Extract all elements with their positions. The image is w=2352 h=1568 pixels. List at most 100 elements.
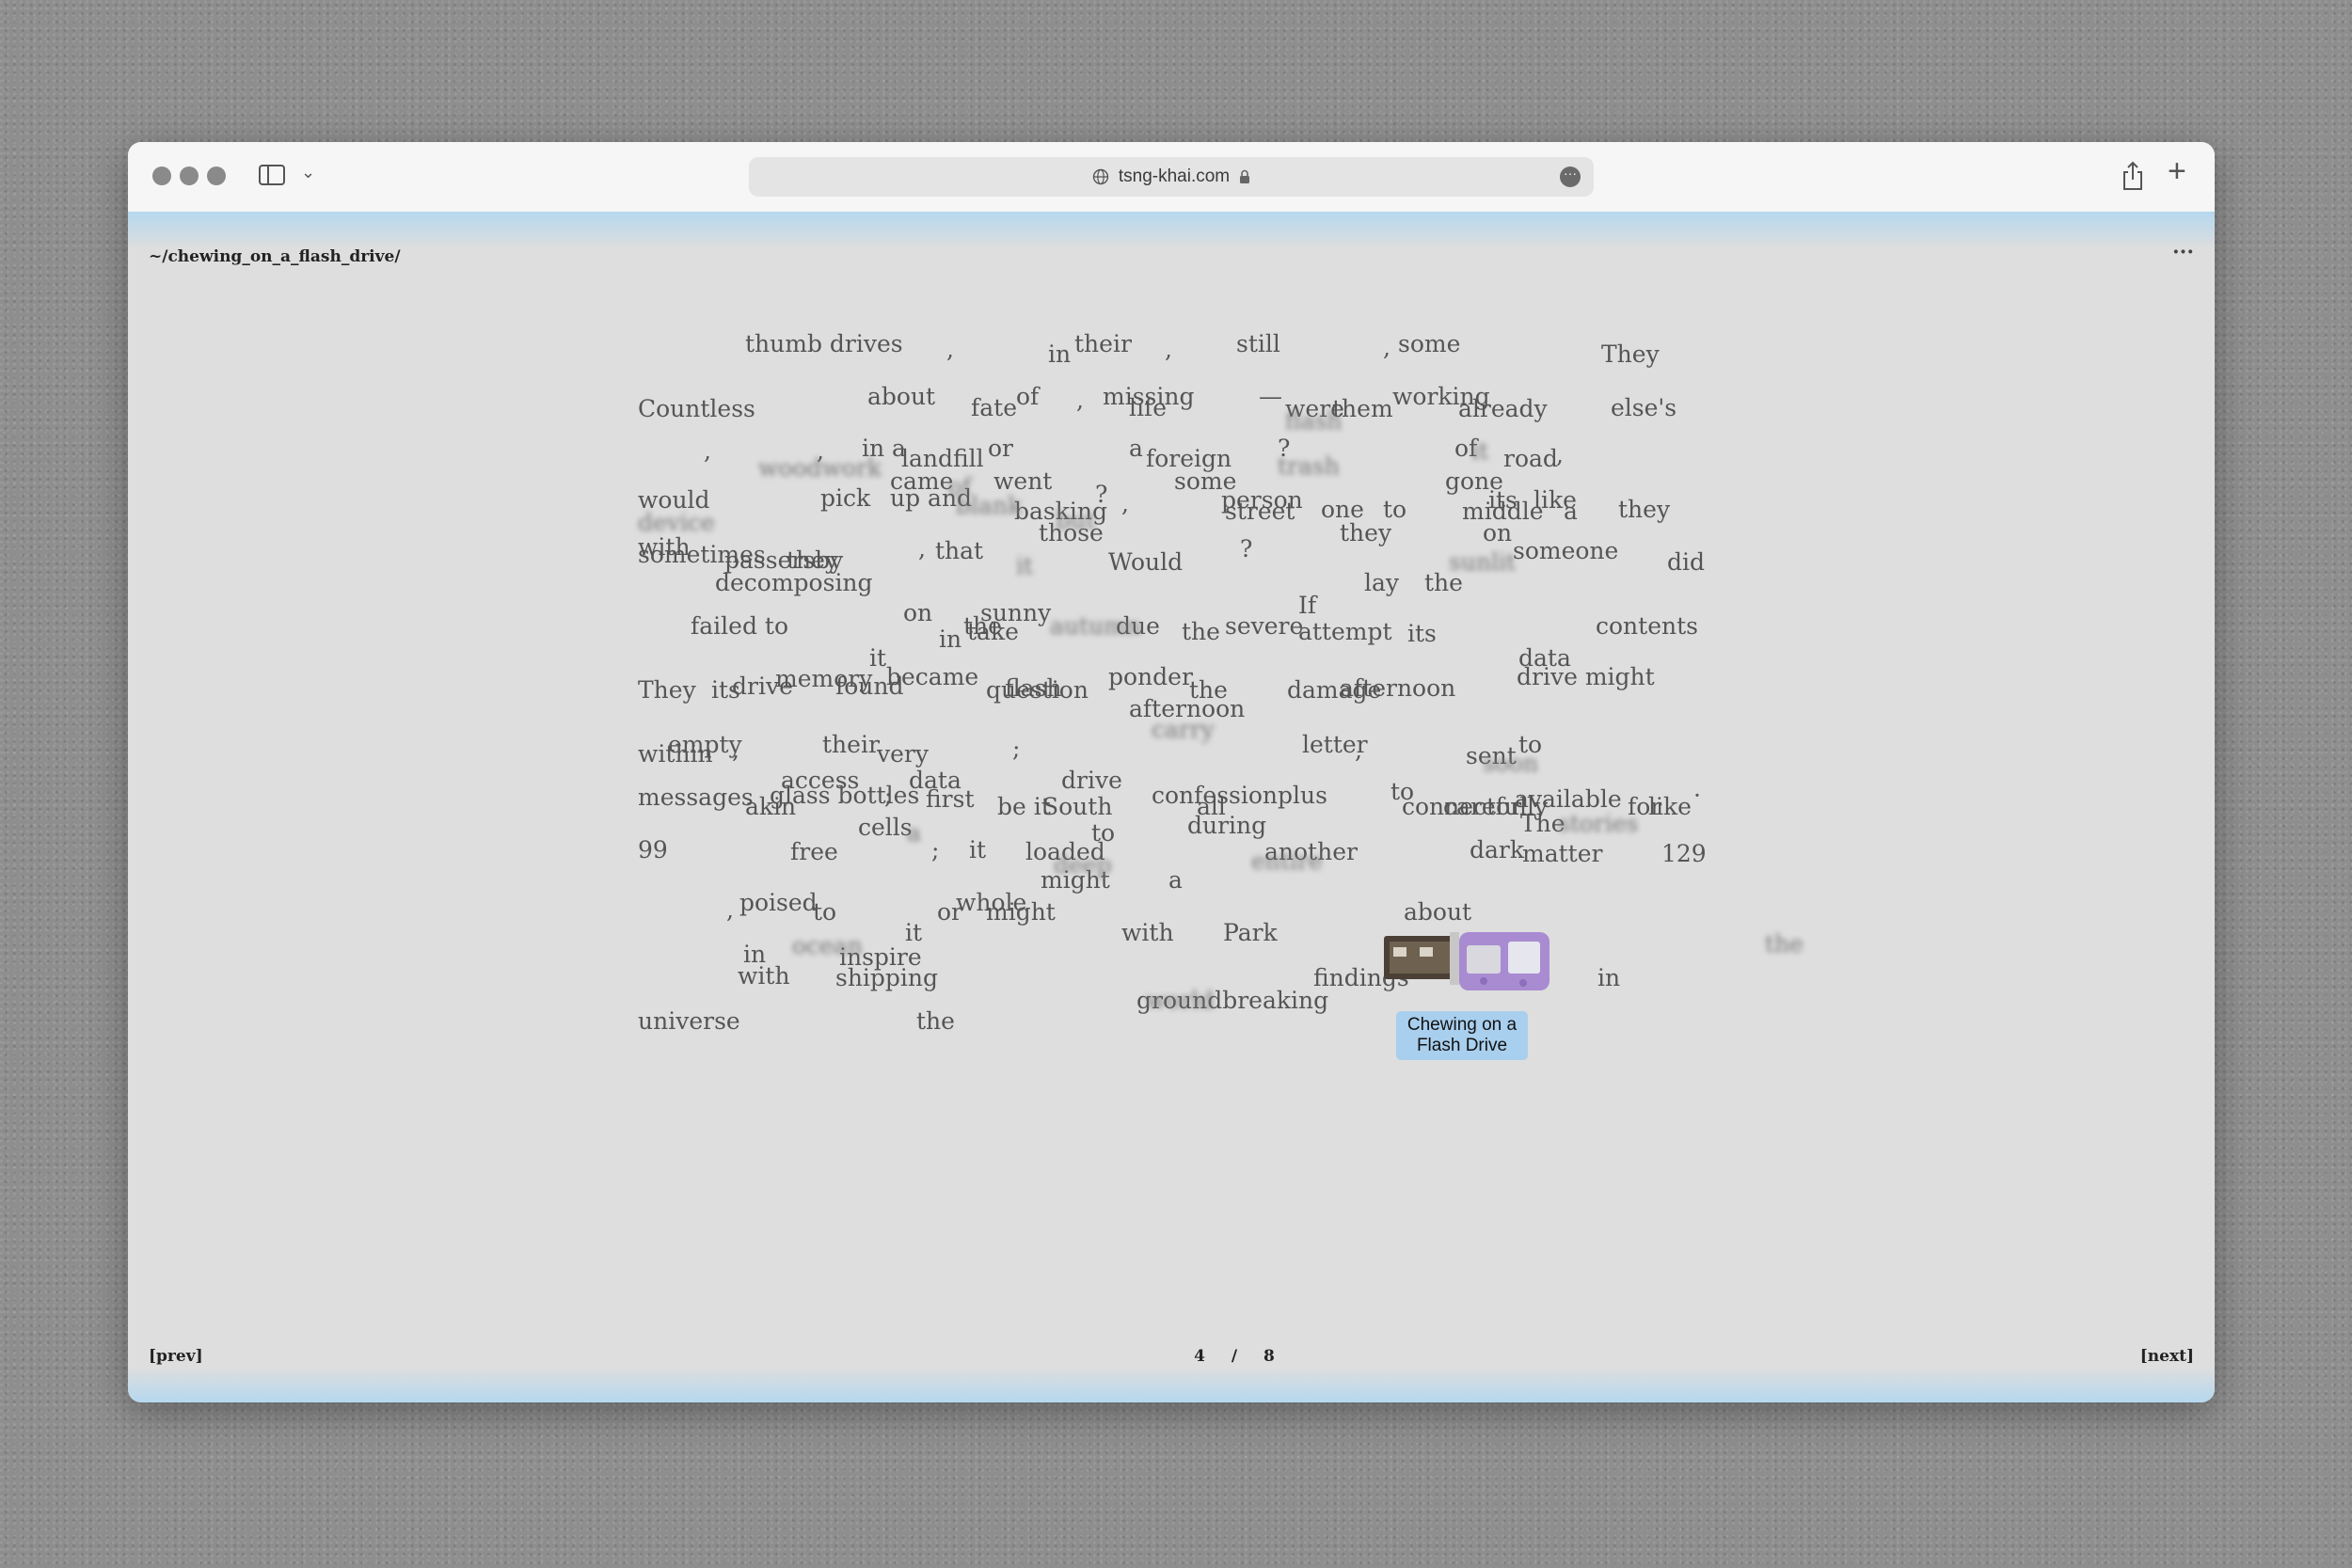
poem-word: ,: [1165, 336, 1172, 363]
poem-word: plus: [1278, 782, 1327, 809]
poem-word: they: [1618, 496, 1671, 523]
poem-word: flash: [1005, 674, 1062, 702]
poem-word: ,: [1383, 334, 1391, 361]
poem-word: ,: [918, 535, 926, 562]
poem-word: If: [1298, 592, 1317, 619]
blurred-word: trash: [1278, 452, 1340, 480]
blurred-word: the: [1765, 930, 1804, 958]
current-page: 4: [1194, 1347, 1205, 1366]
poem-word: might: [986, 898, 1056, 926]
blurred-word: entire: [1251, 847, 1323, 875]
poem-word: to: [1383, 496, 1407, 523]
flash-drive-image[interactable]: [1382, 927, 1551, 994]
poem-word: ,: [732, 736, 739, 764]
page-separator: /: [1231, 1347, 1238, 1366]
poem-word: ,: [946, 336, 954, 363]
poem-word: on: [903, 599, 933, 626]
scattered-poem: thumb drives , in their , still , some T…: [128, 142, 2215, 1402]
poem-word: decomposing: [715, 569, 873, 596]
poem-word: ·: [1693, 782, 1701, 809]
poem-word: their: [822, 731, 880, 758]
poem-word: dark: [1470, 836, 1525, 863]
blurred-word: autumn: [1050, 612, 1141, 640]
poem-word: of: [1016, 383, 1040, 410]
poem-word: very: [877, 740, 929, 768]
poem-word: the: [1182, 618, 1220, 645]
prev-link[interactable]: [prev]: [149, 1347, 203, 1366]
blurred-word: carry: [1152, 716, 1215, 743]
blurred-word: woodwork: [758, 454, 882, 482]
poem-word: else's: [1611, 394, 1677, 421]
poem-word: life: [1129, 394, 1168, 421]
blurred-word: stories: [1558, 810, 1639, 837]
poem-word: a: [1564, 498, 1578, 525]
poem-word: in: [1048, 341, 1072, 368]
poem-word: ;: [1012, 735, 1021, 762]
blurred-word: deep: [1054, 851, 1112, 879]
poem-word: ,: [704, 437, 711, 465]
poem-word: 129: [1661, 840, 1707, 867]
poem-word: still: [1236, 330, 1280, 357]
poem-word: messages: [638, 784, 754, 811]
poem-word: the: [916, 1007, 955, 1035]
next-link[interactable]: [next]: [2140, 1347, 2194, 1366]
poem-word: one: [1321, 496, 1364, 523]
poem-word: in: [1597, 964, 1621, 991]
poem-word: drive might: [1517, 663, 1655, 690]
poem-word: take: [967, 618, 1019, 645]
poem-word: with: [1121, 919, 1174, 946]
blurred-word: soon: [1483, 750, 1539, 777]
poem-word: matter: [1522, 840, 1603, 867]
blurred-word: it: [1016, 552, 1034, 579]
poem-word: first: [926, 785, 975, 813]
poem-word: about: [1404, 898, 1472, 926]
poem-word: it: [905, 919, 923, 946]
poem-word: some: [1398, 330, 1461, 357]
poem-word: ,: [1355, 736, 1362, 764]
poem-word: free: [790, 838, 838, 865]
blurred-word: it: [1471, 437, 1489, 465]
poem-word: ?: [1095, 481, 1108, 508]
poem-word: ;: [931, 836, 940, 863]
poem-word: drive: [1061, 767, 1122, 794]
poem-word: severe: [1225, 612, 1304, 640]
browser-window: ⌄ tsng-khai.com ··· + ~/chewing_on_a_fla…: [128, 142, 2215, 1402]
poem-word: went: [993, 467, 1053, 495]
poem-word: Would: [1108, 548, 1184, 576]
poem-word: their: [1074, 330, 1132, 357]
poem-word: its: [1407, 620, 1437, 647]
poem-word: shipping: [835, 964, 939, 991]
blurred-word: sunlit: [1449, 548, 1517, 576]
poem-word: about: [867, 383, 936, 410]
poem-word: South: [1042, 793, 1113, 820]
blurred-word: of: [948, 473, 972, 500]
blurred-word: flash: [1285, 407, 1343, 435]
total-pages: 8: [1263, 1347, 1275, 1366]
poem-word: They: [1601, 341, 1660, 368]
bottom-gradient-band: [128, 1367, 2215, 1402]
poem-word: glass bottles: [770, 782, 920, 809]
blurred-word: device: [638, 509, 715, 536]
poem-word: failed to: [691, 612, 788, 640]
poem-word: during: [1187, 812, 1267, 839]
poem-word: universe: [638, 1007, 740, 1035]
poem-word: with: [738, 962, 790, 990]
poem-word: that: [935, 537, 984, 564]
poem-word: road: [1503, 445, 1558, 472]
poem-word: They: [638, 676, 696, 704]
poem-word: to: [813, 898, 837, 926]
poem-word: ,: [1556, 441, 1564, 468]
poem-word: ?: [1240, 535, 1253, 562]
poem-word: fate: [971, 394, 1017, 421]
poem-word: afternoon: [1340, 674, 1456, 702]
poem-word: pick: [820, 484, 871, 512]
poem-word: cells: [858, 814, 913, 841]
poem-word: in: [939, 626, 962, 653]
blurred-word: world: [1146, 987, 1215, 1014]
poem-word: available: [1515, 785, 1622, 813]
blurred-word: ocean: [792, 932, 863, 959]
flash-drive-caption[interactable]: Chewing on a Flash Drive: [1396, 1011, 1528, 1060]
poem-word: like: [1648, 793, 1692, 820]
poem-word: lay: [1364, 569, 1400, 596]
poem-word: became: [886, 663, 979, 690]
